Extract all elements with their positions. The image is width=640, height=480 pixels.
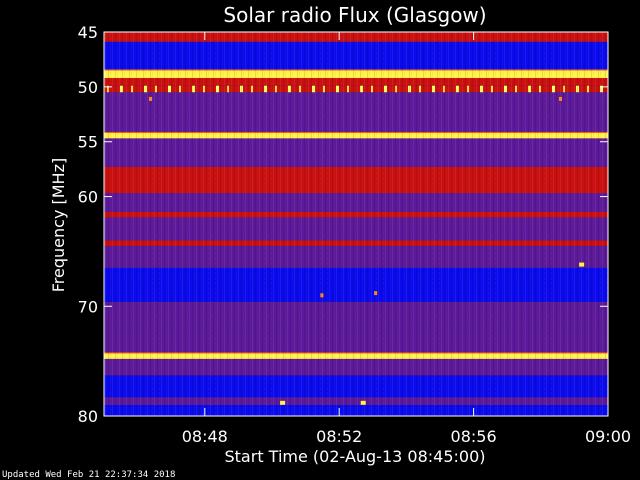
signal-hotspot — [149, 96, 153, 101]
signal-hotspot — [579, 262, 585, 267]
spectrogram-chart: Solar radio Flux (Glasgow) 45 50 55 60 70 80 0… — [49, 3, 631, 466]
signal-hotspot — [320, 293, 324, 298]
x-tick-label: 08:52 — [316, 427, 362, 446]
signal-hotspot — [360, 400, 366, 405]
y-tick-label: 60 — [78, 188, 98, 207]
signal-hotspot — [374, 291, 378, 296]
y-tick-label: 45 — [78, 23, 98, 42]
y-axis-label: Frequency [MHz] — [49, 158, 68, 292]
signal-hotspot — [558, 96, 562, 101]
y-tick-label: 70 — [78, 297, 98, 316]
y-tick-label: 50 — [78, 78, 98, 97]
plot-area — [103, 31, 609, 417]
noise-texture — [104, 32, 608, 416]
x-tick-label: 08:48 — [182, 427, 228, 446]
x-axis-label: Start Time (02-Aug-13 08:45:00) — [225, 447, 486, 466]
signal-hotspot — [280, 400, 286, 405]
y-tick-label: 80 — [78, 407, 98, 426]
updated-timestamp: Updated Wed Feb 21 22:37:34 2018 — [2, 470, 176, 480]
x-tick-label: 08:56 — [451, 427, 497, 446]
chart-title: Solar radio Flux (Glasgow) — [223, 3, 486, 27]
x-tick-label: 09:00 — [585, 427, 631, 446]
y-tick-label: 55 — [78, 133, 98, 152]
